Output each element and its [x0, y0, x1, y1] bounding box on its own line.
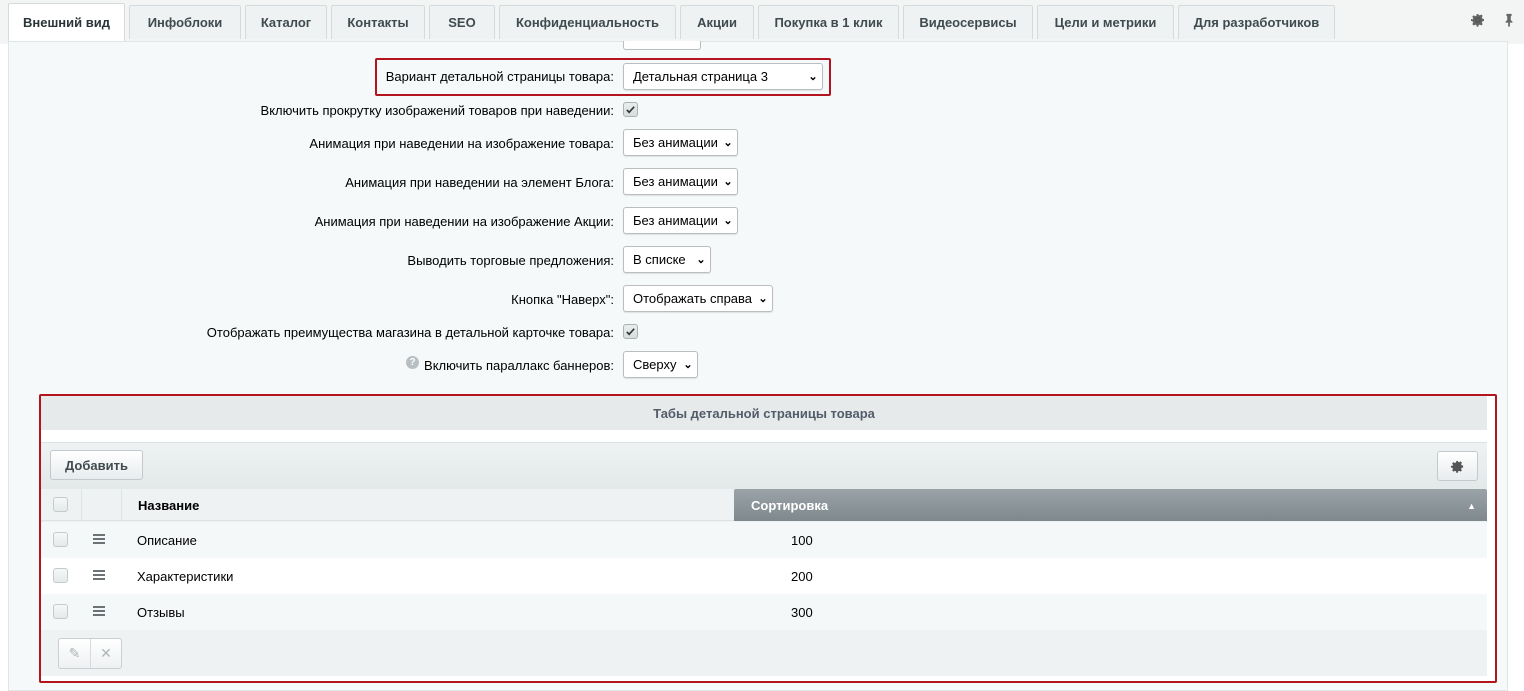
select-all-checkbox[interactable]: [53, 497, 68, 512]
anim-product-select[interactable]: Без анимации ⌄: [623, 129, 738, 156]
cell-name: Характеристики: [137, 568, 234, 584]
delete-icon[interactable]: ✕: [89, 639, 121, 668]
select-value: Без анимации: [633, 135, 718, 150]
tab-privacy[interactable]: Конфиденциальность: [499, 5, 676, 39]
image-scroll-checkbox[interactable]: [623, 102, 638, 117]
grid-settings-button[interactable]: [1437, 451, 1478, 481]
select-value: Отображать справа: [633, 291, 753, 306]
select-value: Сверху: [633, 357, 677, 372]
chevron-down-icon: ⌄: [723, 137, 733, 149]
drag-handle-icon[interactable]: [93, 534, 105, 544]
tabs-bar: Внешний вид Инфоблоки Каталог Контакты S…: [0, 0, 1524, 44]
chevron-down-icon: ⌄: [808, 71, 818, 83]
column-divider: [81, 489, 82, 521]
chevron-down-icon: ⌄: [758, 293, 768, 305]
row-checkbox[interactable]: [53, 532, 68, 547]
anim-blog-select[interactable]: Без анимации ⌄: [623, 168, 738, 195]
gear-icon[interactable]: [1469, 11, 1487, 29]
check-icon: [626, 106, 635, 114]
chevron-down-icon: ⌄: [696, 254, 706, 266]
chevron-down-icon: ⌄: [723, 215, 733, 227]
cell-sort: 200: [791, 568, 813, 584]
column-sort[interactable]: Сортировка ▲: [734, 489, 1487, 521]
edit-icon[interactable]: ✎: [59, 639, 90, 668]
cell-name: Описание: [137, 532, 197, 548]
advantages-label: Отображать преимущества магазина в детал…: [206, 325, 614, 340]
chevron-down-icon: ⌄: [683, 359, 693, 371]
tab-infoblocks[interactable]: Инфоблоки: [129, 5, 241, 39]
offers-label: Выводить торговые предложения:: [407, 253, 614, 268]
grid-footer: [41, 630, 1487, 676]
tab-video[interactable]: Видеосервисы: [903, 5, 1033, 39]
tab-seo[interactable]: SEO: [429, 5, 495, 39]
anim-sale-select[interactable]: Без анимации ⌄: [623, 207, 738, 234]
row-checkbox[interactable]: [53, 568, 68, 583]
table-row[interactable]: Описание 100: [41, 522, 1487, 558]
drag-handle-icon[interactable]: [93, 606, 105, 616]
tab-metrics[interactable]: Цели и метрики: [1037, 5, 1174, 39]
anim-product-label: Анимация при наведении на изображение то…: [309, 136, 614, 151]
row-actions: ✎ ✕: [58, 638, 122, 669]
column-divider: [121, 489, 122, 521]
sort-asc-icon: ▲: [1467, 501, 1476, 511]
tab-sales[interactable]: Акции: [680, 5, 754, 39]
detail-page-select[interactable]: Детальная страница 3 ⌄: [623, 63, 823, 90]
cell-sort: 300: [791, 604, 813, 620]
help-icon[interactable]: ?: [406, 356, 419, 369]
drag-handle-icon[interactable]: [93, 570, 105, 580]
check-icon: [626, 328, 635, 336]
tab-appearance[interactable]: Внешний вид: [8, 3, 125, 41]
column-sort-label: Сортировка: [751, 497, 829, 513]
parallax-label: Включить параллакс баннеров:: [424, 358, 614, 373]
offers-select[interactable]: В списке ⌄: [623, 246, 711, 273]
parallax-select[interactable]: Сверху ⌄: [623, 351, 698, 378]
gear-icon: [1450, 460, 1464, 473]
tab-one-click[interactable]: Покупка в 1 клик: [758, 5, 899, 39]
up-button-select[interactable]: Отображать справа ⌄: [623, 285, 773, 312]
row-checkbox[interactable]: [53, 604, 68, 619]
section-title: Табы детальной страницы товара: [41, 396, 1487, 430]
advantages-checkbox[interactable]: [623, 324, 638, 339]
cell-sort: 100: [791, 532, 813, 548]
add-button[interactable]: Добавить: [50, 450, 143, 480]
image-scroll-label: Включить прокрутку изображений товаров п…: [260, 103, 614, 118]
tab-catalog[interactable]: Каталог: [245, 5, 327, 39]
cell-name: Отзывы: [137, 604, 185, 620]
select-value: Без анимации: [633, 174, 718, 189]
table-row[interactable]: Отзывы 300: [41, 594, 1487, 630]
select-value: Детальная страница 3: [633, 69, 768, 84]
select-partial[interactable]: [623, 41, 701, 50]
detail-page-label: Вариант детальной страницы товара:: [385, 69, 614, 84]
anim-sale-label: Анимация при наведении на изображение Ак…: [314, 214, 614, 229]
column-name[interactable]: Название: [138, 489, 199, 521]
grid-toolbar: [41, 443, 1487, 489]
table-row[interactable]: Характеристики 200: [41, 558, 1487, 594]
up-button-label: Кнопка "Наверх":: [511, 292, 614, 307]
select-value: Без анимации: [633, 213, 718, 228]
select-value: В списке: [633, 252, 686, 267]
chevron-down-icon: ⌄: [723, 176, 733, 188]
tab-developers[interactable]: Для разработчиков: [1178, 5, 1335, 39]
tab-contacts[interactable]: Контакты: [331, 5, 425, 39]
anim-blog-label: Анимация при наведении на элемент Блога:: [345, 175, 614, 190]
pin-icon[interactable]: [1500, 11, 1518, 29]
